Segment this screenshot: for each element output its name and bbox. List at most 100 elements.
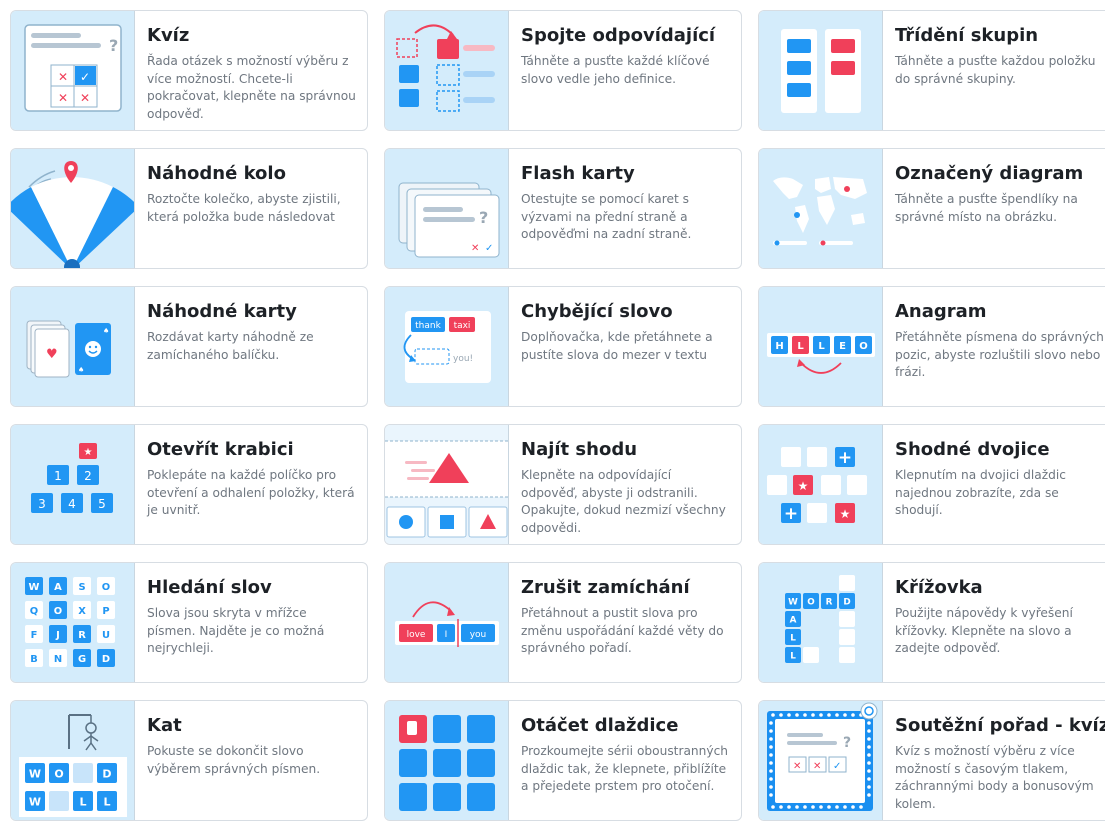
- template-card-anagram[interactable]: H L L E O Anagram Přetáhněte písmena do …: [758, 286, 1105, 407]
- box-number: 5: [98, 497, 106, 511]
- tile-letter: O: [54, 606, 62, 617]
- card-description: Slova jsou skryta v mřížce písmen. Najdě…: [147, 606, 325, 655]
- svg-text:?: ?: [479, 208, 488, 227]
- template-card-hangman[interactable]: WODWLL Kat Pokuste se dokončit slovo výb…: [10, 700, 368, 821]
- gameshow-quiz-icon: ? ✕ ✕ ✓: [759, 701, 883, 820]
- card-title: Chybějící slovo: [521, 301, 673, 322]
- find-match-icon: [385, 425, 509, 544]
- match-up-icon: [385, 11, 509, 130]
- card-title: Flash karty: [521, 163, 635, 184]
- card-description: Kvíz s možností výběru z více možností s…: [895, 744, 1094, 811]
- card-title: Otevřít krabici: [147, 439, 294, 460]
- card-title: Spojte odpovídající: [521, 25, 716, 46]
- card-description: Přetáhnout a pustit slova pro změnu uspo…: [521, 606, 724, 655]
- template-card-labelled-diagram[interactable]: Označený diagram Táhněte a pusťte špendl…: [758, 148, 1105, 269]
- box-number: 2: [84, 469, 92, 483]
- tile-letter: R: [78, 630, 86, 641]
- tile-letter: A: [790, 616, 797, 626]
- template-card-wordsearch[interactable]: W A S O Q O X P F J R U B N G D Hledání slov Slova jsou…: [10, 562, 368, 683]
- anagram-icon: H L L E O: [759, 287, 883, 406]
- letter-tile: O: [859, 341, 868, 352]
- svg-text:?: ?: [843, 735, 851, 751]
- labelled-diagram-icon: [759, 149, 883, 268]
- card-description: Přetáhněte písmena do správných pozic, a…: [895, 330, 1104, 379]
- crossword-cell: [839, 575, 855, 591]
- tile-letter: W: [29, 767, 41, 780]
- card-description: Řada otázek s možností výběru z více mož…: [147, 54, 356, 121]
- crossword-cell: [839, 611, 855, 627]
- card-title: Křížovka: [895, 577, 983, 598]
- template-card-random-cards[interactable]: ♥ ♠ ♠ Náhodné karty Rozdávat karty náhod…: [10, 286, 368, 407]
- tile-letter: J: [55, 630, 60, 641]
- card-description: Prozkoumejte sérii oboustranných dlaždic…: [521, 744, 729, 793]
- card-title: Shodné dvojice: [895, 439, 1050, 460]
- tile-letter: D: [102, 654, 110, 665]
- card-title: Kat: [147, 715, 182, 736]
- tile-letter: W: [29, 582, 40, 593]
- card-title: Najít shodu: [521, 439, 638, 460]
- template-card-random-wheel[interactable]: Náhodné kolo Roztočte kolečko, abyste zj…: [10, 148, 368, 269]
- letter-tile: E: [839, 341, 846, 352]
- letter-tile: L: [797, 341, 804, 352]
- flip-tiles-icon: [385, 701, 509, 820]
- word-chip: taxi: [454, 321, 471, 331]
- template-card-open-box[interactable]: ★ 1 2 3 4 5 Otevřít krabici Poklepáte na…: [10, 424, 368, 545]
- template-card-group-sort[interactable]: Třídění skupin Táhněte a pusťte každou p…: [758, 10, 1105, 131]
- svg-text:✕: ✕: [58, 91, 68, 105]
- template-card-matching-pairs[interactable]: + ★ + ★ Shodné dvojice Klepnutím na dvoj…: [758, 424, 1105, 545]
- svg-text:✓: ✓: [485, 243, 493, 254]
- unjumble-icon: love I you: [385, 563, 509, 682]
- matching-pairs-icon: + ★ + ★: [759, 425, 883, 544]
- wordsearch-icon: W A S O Q O X P F J R U B N G D: [11, 563, 135, 682]
- box-number: 3: [38, 497, 46, 511]
- svg-text:?: ?: [109, 36, 118, 55]
- svg-text:✕: ✕: [793, 761, 801, 772]
- template-card-quiz[interactable]: ? ✕ ✓ ✕ ✕ Kvíz Řada otázek s možností vý…: [10, 10, 368, 131]
- word-chip: thank: [415, 321, 441, 331]
- crossword-cell: [803, 647, 819, 663]
- tile-letter: Q: [30, 606, 38, 617]
- card-description: Doplňovačka, kde přetáhnete a pustíte sl…: [521, 330, 713, 362]
- card-description: Pokuste se dokončit slovo výběrem správn…: [147, 744, 321, 776]
- missing-word-icon: thank taxi you!: [385, 287, 509, 406]
- template-card-missing-word[interactable]: thank taxi you! Chybějící slovo Doplňova…: [384, 286, 742, 407]
- template-card-match-up[interactable]: Spojte odpovídající Táhněte a pusťte kaž…: [384, 10, 742, 131]
- tile-letter: G: [78, 654, 86, 665]
- card-description: Rozdávat karty náhodně ze zamíchaného ba…: [147, 330, 314, 362]
- svg-text:✓: ✓: [833, 761, 841, 772]
- box-number: 1: [54, 469, 62, 483]
- template-card-flip-tiles[interactable]: Otáčet dlaždice Prozkoumejte sérii obous…: [384, 700, 742, 821]
- tile-letter: N: [54, 654, 62, 665]
- tile-letter: O: [807, 598, 815, 608]
- card-title: Náhodné kolo: [147, 163, 286, 184]
- tile-letter: R: [826, 598, 833, 608]
- random-wheel-icon: [11, 149, 135, 268]
- hangman-icon: WODWLL: [11, 701, 135, 820]
- letter-tile: L: [818, 341, 825, 352]
- card-title: Třídění skupin: [895, 25, 1039, 46]
- svg-text:★: ★: [84, 447, 93, 458]
- card-title: Kvíz: [147, 25, 190, 46]
- template-card-find-match[interactable]: Najít shodu Klepněte na odpovídající odp…: [384, 424, 742, 545]
- svg-text:★: ★: [840, 507, 851, 521]
- word-chip: I: [445, 630, 448, 640]
- template-card-flash-cards[interactable]: ? ✕ ✓ Flash karty Otestujte se pomocí ka…: [384, 148, 742, 269]
- tile-letter: W: [788, 598, 798, 608]
- template-card-crossword[interactable]: WORDALL Křížovka Použijte nápovědy k vyř…: [758, 562, 1105, 683]
- svg-text:✕: ✕: [80, 91, 90, 105]
- template-card-gameshow-quiz[interactable]: ? ✕ ✕ ✓ Soutěžní pořad - kvíz Kvíz s mož…: [758, 700, 1105, 821]
- group-sort-icon: [759, 11, 883, 130]
- sentence-word: you!: [453, 354, 473, 364]
- card-description: Táhněte a pusťte každou položku do správ…: [895, 54, 1096, 86]
- letter-tile: H: [775, 341, 783, 352]
- tile-letter: P: [102, 606, 109, 617]
- tile-letter: W: [29, 795, 41, 808]
- card-title: Označený diagram: [895, 163, 1084, 184]
- svg-text:+: +: [784, 504, 798, 524]
- hangman-letter-slot: [73, 763, 93, 783]
- tile-letter: B: [30, 654, 38, 665]
- template-card-unjumble[interactable]: love I you Zrušit zamíchání Přetáhnout a…: [384, 562, 742, 683]
- svg-text:✕: ✕: [813, 761, 821, 772]
- random-cards-icon: ♥ ♠ ♠: [11, 287, 135, 406]
- tile-letter: L: [103, 795, 110, 808]
